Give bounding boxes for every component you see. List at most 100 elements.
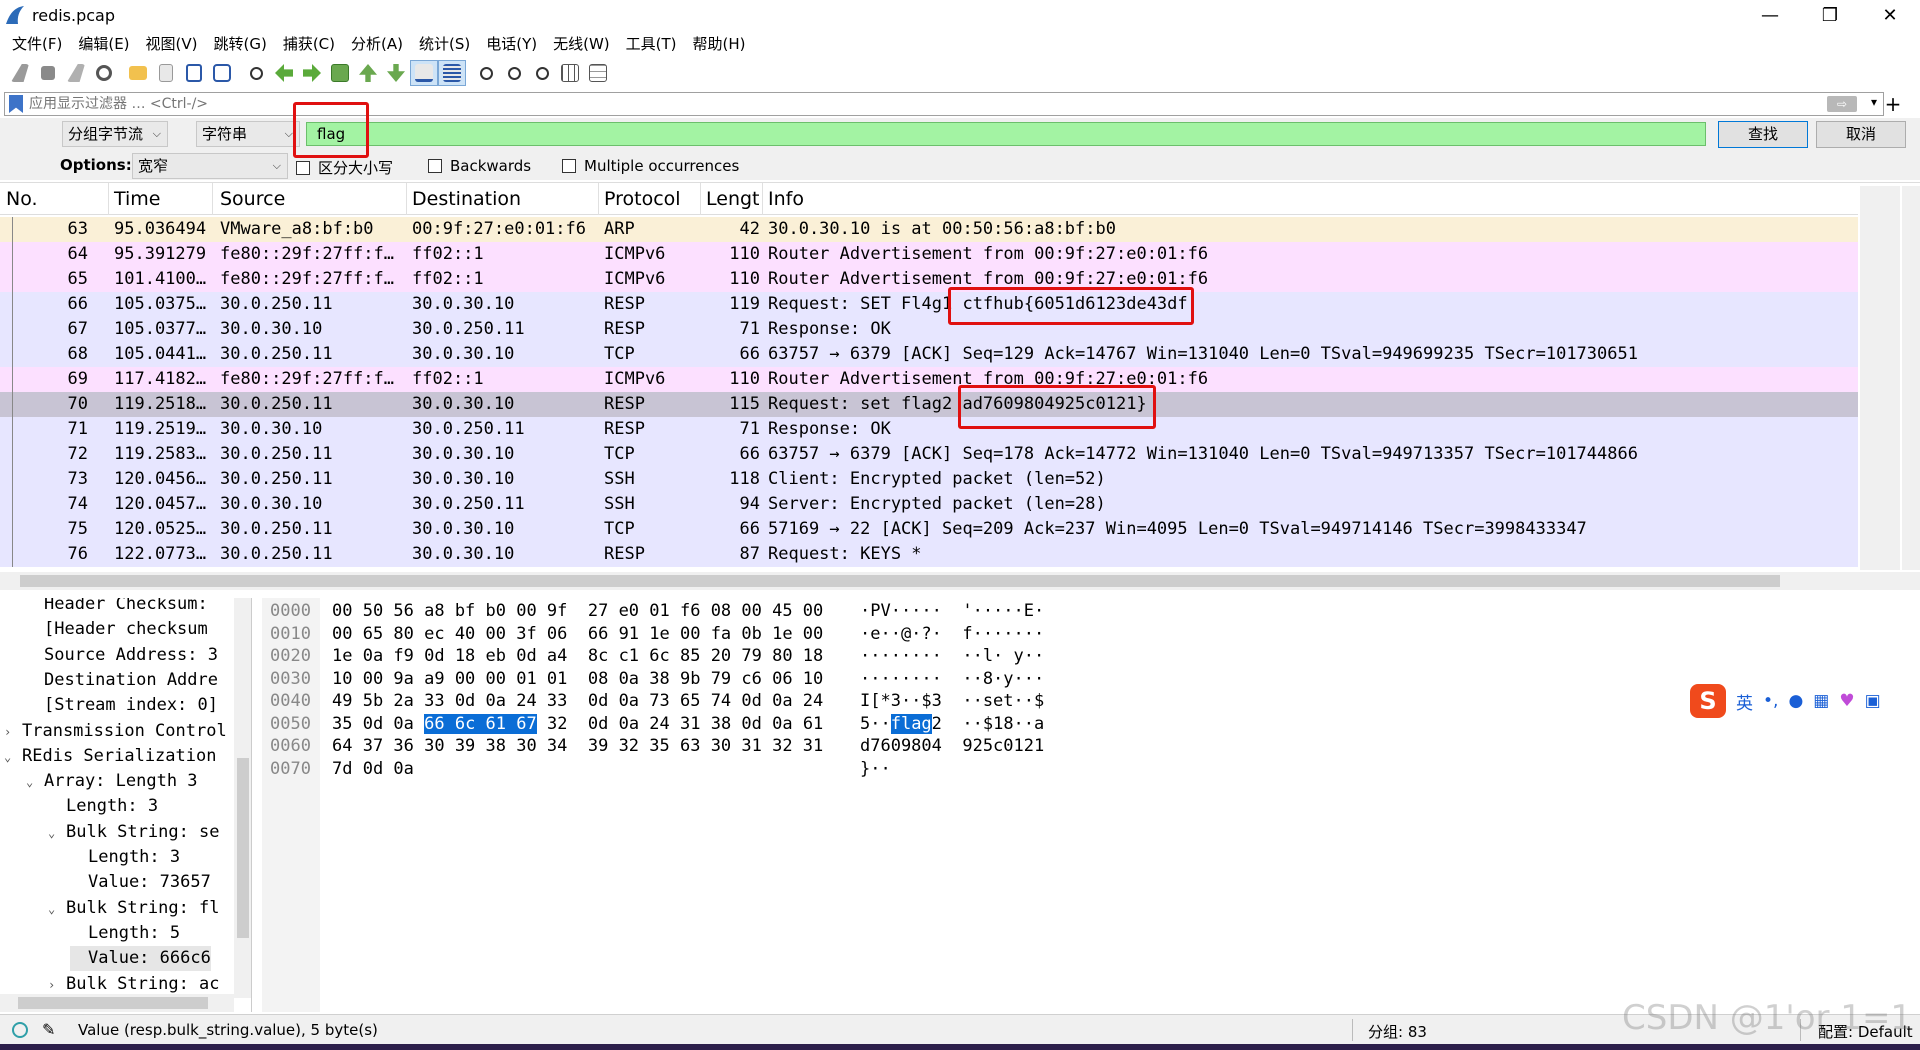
details-hscrollbar[interactable] — [0, 994, 234, 1012]
ascii-bytes[interactable]: ·e··@·?· f······· — [860, 623, 1044, 645]
details-tree-item[interactable]: ⌄ Array: Length 3 — [26, 769, 198, 794]
details-tree-item[interactable]: Length: 5 — [70, 921, 180, 946]
skin-icon[interactable]: ♥ — [1839, 691, 1854, 711]
apply-filter-button[interactable]: ⇨ — [1827, 96, 1857, 112]
details-tree-item[interactable]: › Transmission Control — [4, 719, 227, 744]
details-tree-item[interactable]: Length: 3 — [70, 845, 180, 870]
packet-row[interactable]: 75 120.0525… 30.0.250.11 30.0.30.10 TCP 57169… — [0, 517, 1858, 542]
details-tree-item[interactable]: Destination Addre — [26, 668, 218, 693]
restart-capture-button[interactable] — [62, 60, 90, 86]
menu-edit[interactable]: 编辑(E) — [70, 33, 137, 54]
ascii-bytes[interactable]: }·· — [860, 758, 891, 780]
packet-row[interactable]: 73 120.0456… 30.0.250.11 30.0.30.10 SSH Clien… — [0, 467, 1858, 492]
scrollbar-thumb[interactable] — [237, 758, 249, 938]
colorize-button[interactable] — [438, 60, 466, 86]
menu-wireless[interactable]: 无线(W) — [545, 33, 618, 54]
details-tree-item[interactable]: ⌄ Bulk String: se — [48, 820, 220, 845]
cancel-button[interactable]: 取消 — [1816, 121, 1906, 148]
details-tree-item[interactable]: ⌄ Bulk String: fl — [48, 896, 220, 921]
packet-row[interactable]: 65 101.4100… fe80::29f:27ff:f… ff02::1 ICMPv… — [0, 267, 1858, 292]
autoscroll-button[interactable] — [410, 60, 438, 86]
capture-options-button[interactable] — [90, 60, 118, 86]
stop-capture-button[interactable] — [34, 60, 62, 86]
menu-go[interactable]: 跳转(G) — [206, 33, 275, 54]
ascii-bytes[interactable]: d7609804 925c0121 — [860, 735, 1044, 757]
apps-grid-icon[interactable]: ▣ — [1865, 691, 1881, 711]
display-filter-input[interactable] — [29, 96, 1729, 112]
layout-button[interactable] — [584, 60, 612, 86]
details-tree-item[interactable]: ⌄ REdis Serialization — [4, 744, 216, 769]
hex-bytes[interactable]: 10 00 9a a9 00 00 01 01 08 0a 38 9b 79 c… — [332, 668, 823, 690]
zoom-out-button[interactable] — [500, 60, 528, 86]
close-file-button[interactable] — [180, 60, 208, 86]
charset-select[interactable]: 宽窄 ⌵ — [132, 153, 288, 179]
packet-list-hscrollbar[interactable] — [0, 572, 1920, 590]
zoom-reset-button[interactable] — [528, 60, 556, 86]
start-capture-button[interactable] — [6, 60, 34, 86]
find-button[interactable]: 查找 — [1718, 121, 1808, 148]
packet-row[interactable]: 63 95.036494 VMware_a8:bf:b0 00:9f:27:e0:01… — [0, 217, 1858, 242]
last-packet-button[interactable] — [382, 60, 410, 86]
menu-view[interactable]: 视图(V) — [138, 33, 206, 54]
packet-row[interactable]: 64 95.391279 fe80::29f:27ff:f… ff02::1 ICMPv… — [0, 242, 1858, 267]
details-vscrollbar[interactable] — [234, 598, 251, 998]
expert-info-icon[interactable] — [12, 1022, 28, 1038]
expand-arrow-icon[interactable]: ⌄ — [48, 821, 66, 846]
scrollbar-thumb[interactable] — [18, 997, 208, 1009]
maximize-button[interactable]: ❐ — [1800, 0, 1860, 30]
packet-row[interactable]: 72 119.2583… 30.0.250.11 30.0.30.10 TCP 63757… — [0, 442, 1858, 467]
open-file-button[interactable] — [124, 60, 152, 86]
hex-bytes[interactable]: 64 37 36 30 39 38 30 34 39 32 35 63 30 3… — [332, 735, 823, 757]
scrollbar-thumb[interactable] — [20, 575, 1780, 587]
menu-file[interactable]: 文件(F) — [4, 33, 70, 54]
packet-row[interactable]: 68 105.0441… 30.0.250.11 30.0.30.10 TCP 63757… — [0, 342, 1858, 367]
expand-arrow-icon[interactable]: ⌄ — [26, 770, 44, 795]
menu-capture[interactable]: 捕获(C) — [275, 33, 343, 54]
first-packet-button[interactable] — [354, 60, 382, 86]
column-time[interactable]: Time — [114, 188, 161, 210]
packet-row[interactable]: 69 117.4182… fe80::29f:27ff:f… ff02::1 ICMPv… — [0, 367, 1858, 392]
column-length[interactable]: Lengt — [706, 188, 760, 210]
ime-punctuation-toggle[interactable]: •, — [1763, 691, 1778, 711]
close-button[interactable]: ✕ — [1860, 0, 1920, 30]
case-sensitive-checkbox[interactable]: 区分大小写 — [296, 157, 393, 178]
menu-analyze[interactable]: 分析(A) — [343, 33, 411, 54]
multiple-occurrences-checkbox[interactable]: Multiple occurrences — [562, 157, 739, 175]
menu-tools[interactable]: 工具(T) — [618, 33, 685, 54]
microphone-icon[interactable]: ● — [1788, 691, 1803, 711]
packet-row[interactable]: 71 119.2519… 30.0.30.10 30.0.250.11 RESP Resp… — [0, 417, 1858, 442]
details-tree-item[interactable]: [Stream index: 0] — [26, 693, 218, 718]
keyboard-icon[interactable]: ▦ — [1813, 691, 1829, 711]
hex-bytes[interactable]: 49 5b 2a 33 0d 0a 24 33 0d 0a 73 65 74 0… — [332, 690, 823, 712]
bookmark-icon[interactable] — [9, 95, 23, 113]
packet-row[interactable]: 70 119.2518… 30.0.250.11 30.0.30.10 RESP Requ… — [0, 392, 1858, 417]
zoom-in-button[interactable] — [472, 60, 500, 86]
resize-columns-button[interactable] — [556, 60, 584, 86]
go-to-packet-button[interactable] — [326, 60, 354, 86]
column-source[interactable]: Source — [220, 188, 285, 210]
details-tree-item[interactable]: Value: 73657 — [70, 870, 211, 895]
packet-row[interactable]: 74 120.0457… 30.0.30.10 30.0.250.11 SSH Serve… — [0, 492, 1858, 517]
hex-bytes[interactable]: 35 0d 0a 66 6c 61 67 32 0d 0a 24 31 38 0… — [332, 713, 823, 735]
menu-help[interactable]: 帮助(H) — [685, 33, 754, 54]
details-tree-item[interactable]: Header Checksum: — [26, 598, 208, 617]
search-in-select[interactable]: 分组字节流 ⌵ — [62, 121, 168, 147]
details-tree-item[interactable]: Source Address: 3 — [26, 643, 218, 668]
menu-statistics[interactable]: 统计(S) — [411, 33, 478, 54]
details-tree-item[interactable]: Value: 666c6 — [70, 946, 211, 972]
hex-bytes[interactable]: 1e 0a f9 0d 18 eb 0d a4 8c c1 6c 85 20 7… — [332, 645, 823, 667]
packet-row[interactable]: 67 105.0377… 30.0.30.10 30.0.250.11 RESP Resp… — [0, 317, 1858, 342]
column-no[interactable]: No. — [6, 188, 38, 210]
column-info[interactable]: Info — [768, 188, 804, 210]
packet-row[interactable]: 66 105.0375… 30.0.250.11 30.0.30.10 RESP Requ… — [0, 292, 1858, 317]
expand-arrow-icon[interactable]: ⌄ — [48, 897, 66, 922]
details-tree-item[interactable]: [Header checksum — [26, 617, 208, 642]
backwards-checkbox[interactable]: Backwards — [428, 157, 531, 175]
hex-bytes[interactable]: 00 50 56 a8 bf b0 00 9f 27 e0 01 f6 08 0… — [332, 600, 823, 622]
go-forward-button[interactable] — [298, 60, 326, 86]
ascii-bytes[interactable]: ········ ··l· y·· — [860, 645, 1044, 667]
ascii-bytes[interactable]: I[*3··$3 ··set··$ — [860, 690, 1044, 712]
column-destination[interactable]: Destination — [412, 188, 521, 210]
vertical-scrollbar-track[interactable] — [1902, 186, 1920, 570]
minimize-button[interactable]: — — [1740, 0, 1800, 30]
